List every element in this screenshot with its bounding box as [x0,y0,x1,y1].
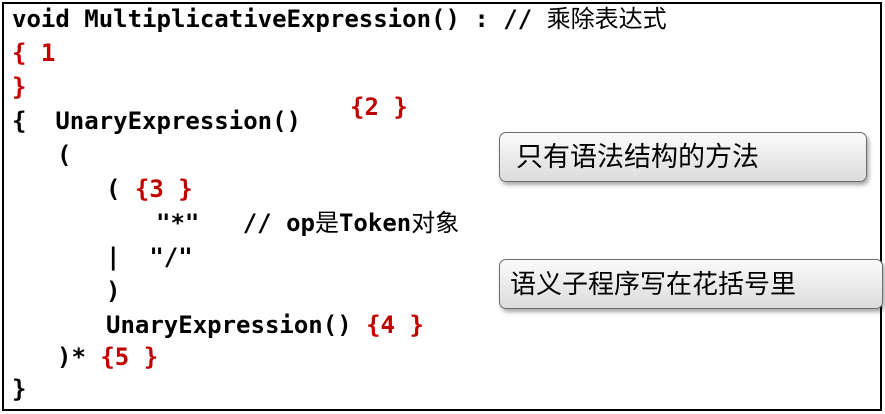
close-brace: } [12,375,27,403]
token-multiply: "*" [156,209,200,237]
open-brace-red: { [12,39,27,67]
close-paren-inner: ) [106,277,121,305]
code-line-signature: void MultiplicativeExpression() : // 乘除表… [12,4,667,34]
open-brace: { [12,107,27,135]
comment-object: 对象 [411,209,460,237]
callout-syntax-only: 只有语法结构的方法 [499,132,867,182]
close-brace-red: } [12,73,27,101]
token-divide: "/" [149,243,193,271]
code-line-6: ( {3 } [106,174,193,204]
unary-expression-call: UnaryExpression() [55,107,301,135]
code-line-10: UnaryExpression() {4 } [106,310,424,340]
code-line-3: } [12,72,26,102]
code-line-2: { 1 [12,38,55,68]
callout-semantic-routines: 语义子程序写在花括号里 [499,259,883,309]
code-line-8: | "/" [106,242,193,272]
annotation-4: {4 } [366,311,424,339]
annotation-1: 1 [40,39,56,67]
code-line-11: )* {5 } [57,342,158,372]
annotation-3: {3 } [134,175,193,203]
annotation-5: {5 } [100,343,159,371]
annotation-2: {2 } [350,93,408,121]
alternative-pipe: | [106,243,121,271]
unary-expression-call-2: UnaryExpression() [106,311,352,339]
open-paren-outer: ( [57,141,72,169]
signature-comment: 乘除表达式 [546,5,667,33]
method-signature: void MultiplicativeExpression() : // [12,5,533,33]
code-line-7: "*" // op是Token对象 [156,208,459,238]
comment-op: // op [242,209,315,237]
code-line-12: } [12,374,26,404]
close-paren-star: )* [57,343,86,371]
comment-is: 是 [314,209,339,237]
open-paren-inner: ( [106,175,121,203]
code-line-5: ( [57,140,71,170]
comment-token: Token [338,209,412,237]
code-line-9: ) [106,276,120,306]
code-line-4: { UnaryExpression() [12,106,301,136]
